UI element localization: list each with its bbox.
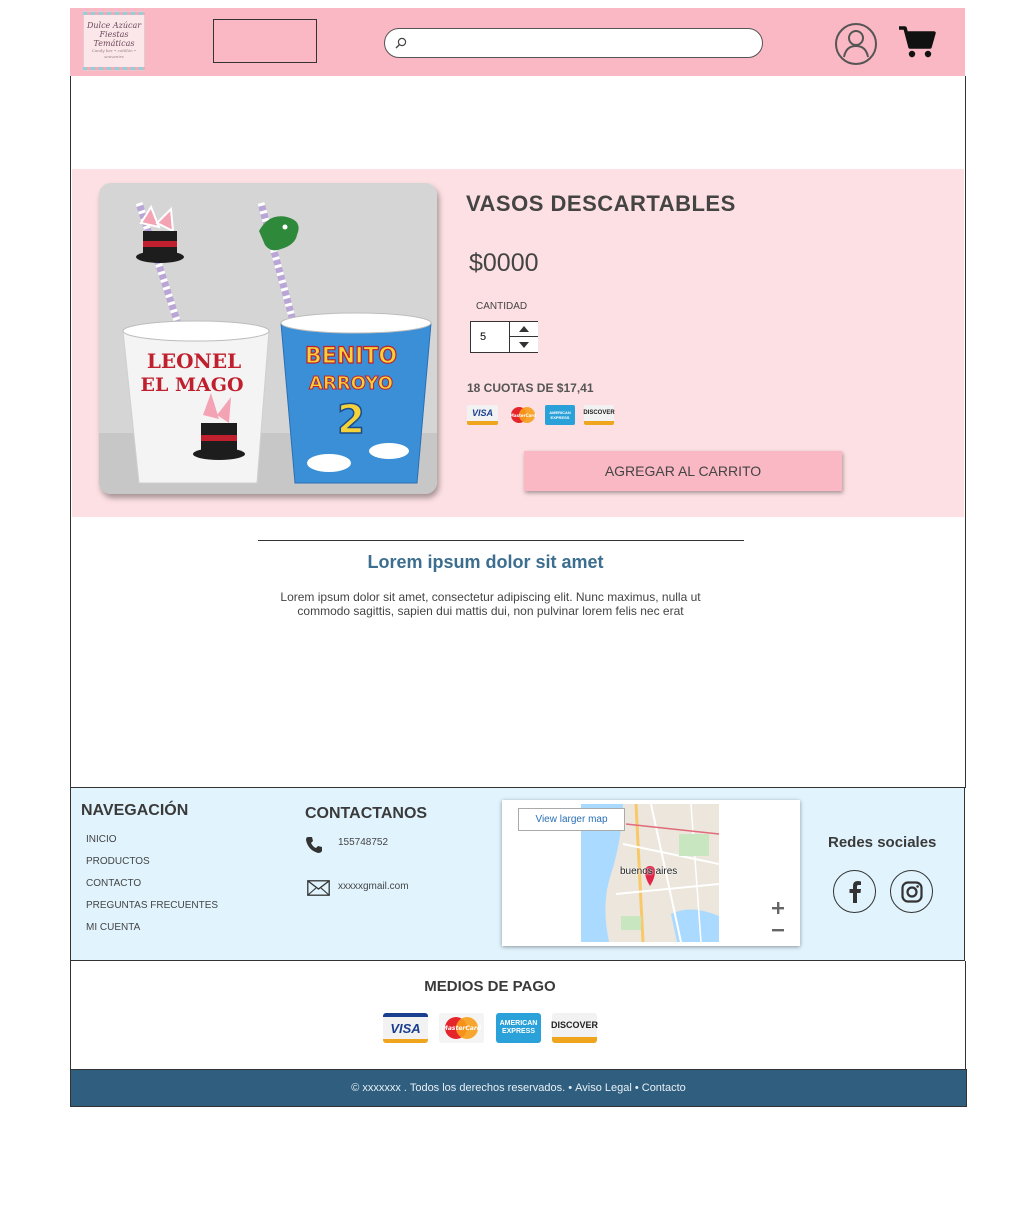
mastercard-logo: MasterCard (510, 407, 536, 423)
logo-stripe (83, 12, 145, 15)
quantity-stepper[interactable] (470, 321, 538, 353)
visa-card-icon: VISA (383, 1013, 428, 1043)
bottom-separator: • (631, 1082, 642, 1094)
instagram-icon (900, 880, 923, 903)
footer-nav-mi-cuenta[interactable]: MI CUENTA (86, 922, 140, 933)
amex-label: AMERICAN EXPRESS (549, 410, 571, 420)
footer-nav-contacto[interactable]: CONTACTO (86, 878, 141, 889)
payment-methods-title: MEDIOS DE PAGO (424, 978, 556, 995)
footer-email[interactable]: xxxxxgmail.com (338, 881, 409, 892)
mastercard-card-icon: MasterCard (508, 405, 538, 425)
footer-contact-title: CONTACTANOS (305, 805, 428, 822)
discover-label: DISCOVER (583, 410, 615, 416)
caret-down-icon (519, 341, 529, 348)
cup-text-3: BENITO (305, 344, 397, 369)
legal-notice-link[interactable]: Aviso Legal (575, 1082, 632, 1094)
logo-line-3: Candy bar • cotillón • souvenirs (91, 48, 137, 59)
visa-label: VISA (390, 1020, 421, 1036)
cup-text-4: ARROYO (309, 373, 393, 394)
copyright-text: © xxxxxxx . Todos los derechos reservado… (351, 1082, 576, 1094)
quantity-input[interactable] (471, 322, 509, 352)
map-embed[interactable]: View larger map buenos aires (502, 800, 800, 946)
copyright-bar: © xxxxxxx . Todos los derechos reservado… (70, 1069, 967, 1107)
footer-nav-inicio[interactable]: INICIO (86, 834, 117, 845)
site-header: Dulce Azúcar Fiestas Temáticas Candy bar… (70, 8, 965, 76)
footer-nav-preguntas[interactable]: PREGUNTAS FRECUENTES (86, 900, 218, 911)
search-bar[interactable] (384, 28, 763, 58)
logo-line-2: Fiestas Temáticas (93, 30, 135, 48)
caret-up-icon (519, 326, 529, 332)
bottom-contact-link[interactable]: Contacto (642, 1082, 686, 1094)
shopping-cart-icon[interactable] (898, 25, 936, 59)
visa-card-icon: VISA (467, 405, 498, 425)
installments-text: 18 CUOTAS DE $17,41 (467, 381, 594, 395)
discover-label: DISCOVER (551, 1020, 599, 1030)
mastercard-label: MasterCard (510, 413, 536, 418)
amex-card-icon: AMERICAN EXPRESS (496, 1013, 541, 1043)
footer-phone[interactable]: 155748752 (338, 837, 388, 848)
logo-line-1: Dulce Azúcar (86, 21, 142, 30)
discover-card-icon: DISCOVER (551, 1013, 599, 1043)
search-icon[interactable] (395, 37, 407, 49)
map-place-label: buenos aires (620, 866, 678, 877)
section-divider (258, 540, 744, 541)
map-zoom-out-button[interactable] (769, 921, 787, 939)
info-text: Lorem ipsum dolor sit amet, consectetur … (280, 590, 701, 618)
quantity-increase-button[interactable] (509, 322, 538, 337)
search-input[interactable] (413, 32, 753, 54)
facebook-link[interactable] (833, 870, 876, 913)
quantity-decrease-button[interactable] (509, 337, 538, 352)
product-photo: LEONEL EL MAGO BENITO ARROYO 2 (99, 183, 437, 494)
site-logo[interactable]: Dulce Azúcar Fiestas Temáticas Candy bar… (83, 11, 145, 71)
product-title: VASOS DESCARTABLES (466, 191, 736, 216)
add-to-cart-button[interactable]: AGREGAR AL CARRITO (524, 451, 842, 491)
visa-label: VISA (471, 408, 493, 418)
instagram-link[interactable] (890, 870, 933, 913)
quantity-label: CANTIDAD (476, 301, 528, 312)
facebook-icon (849, 880, 861, 903)
cup-text-2: EL MAGO (140, 374, 243, 396)
mastercard-card-icon: MasterCard (439, 1013, 484, 1043)
mastercard-label: MasterCard (442, 1025, 482, 1032)
footer-nav-productos[interactable]: PRODUCTOS (86, 856, 150, 867)
cup-text-1: LEONEL (147, 349, 241, 373)
mastercard-logo: MasterCard (442, 1017, 482, 1039)
logo-stripe (83, 67, 145, 70)
amex-card-icon: AMERICAN EXPRESS (545, 405, 575, 425)
user-account-icon[interactable] (834, 22, 878, 66)
social-title: Redes sociales (828, 834, 937, 851)
amex-label: AMERICAN EXPRESS (499, 1020, 538, 1035)
product-image[interactable]: LEONEL EL MAGO BENITO ARROYO 2 (99, 183, 437, 494)
minus-icon (772, 929, 784, 932)
header-placeholder-box[interactable] (213, 19, 317, 63)
cup-text-5: 2 (337, 397, 365, 443)
plus-icon (772, 902, 784, 914)
view-larger-map-link[interactable]: View larger map (518, 808, 625, 831)
phone-icon (306, 837, 322, 853)
product-price: $0000 (469, 249, 539, 277)
map-zoom-in-button[interactable] (769, 899, 787, 917)
discover-card-icon: DISCOVER (583, 405, 615, 425)
footer-nav-title: NAVEGACIÓN (81, 802, 189, 819)
info-title: Lorem ipsum dolor sit amet (367, 552, 604, 572)
mail-icon (307, 880, 330, 896)
